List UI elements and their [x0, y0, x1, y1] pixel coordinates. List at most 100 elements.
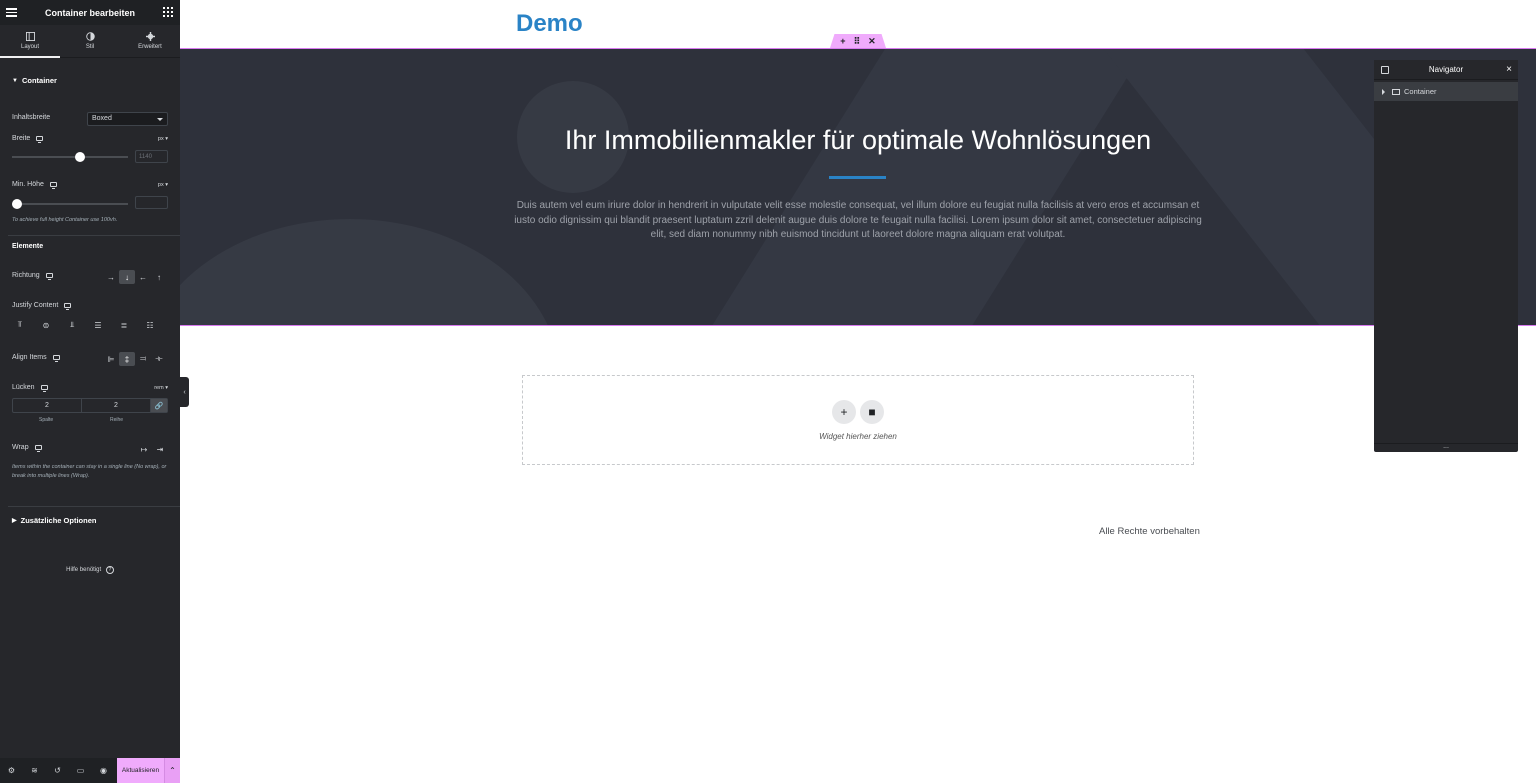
min-height-input[interactable] — [135, 196, 168, 209]
desktop-monitor-icon[interactable] — [64, 303, 72, 310]
min-height-unit-select[interactable]: px ▾ — [158, 182, 168, 188]
close-icon[interactable]: × — [1506, 64, 1512, 75]
widgets-grid-icon[interactable] — [163, 7, 173, 17]
gap-row-label: Reihe — [110, 417, 124, 423]
content-width-select[interactable]: Boxed — [87, 112, 168, 126]
align-end-icon[interactable]: ⫤ — [135, 352, 151, 366]
footer-copyright[interactable]: Alle Rechte vorbehalten — [1099, 526, 1200, 537]
navigator-title: Navigator — [1428, 65, 1464, 74]
justify-center-icon[interactable]: ⊜ — [38, 318, 54, 332]
justify-space-between-icon[interactable]: ☰ — [90, 318, 106, 332]
width-unit: px — [157, 135, 164, 142]
desktop-monitor-icon[interactable] — [34, 445, 42, 452]
gaps-unit-select[interactable]: rem ▾ — [154, 385, 168, 391]
settings-gear-icon[interactable]: ⚙ — [0, 758, 23, 783]
hero-container[interactable]: Ihr Immobilienmakler für optimale Wohnlö… — [180, 48, 1536, 326]
caret-right-icon: ▶ — [12, 518, 17, 524]
direction-row-reverse-button[interactable]: ← — [135, 270, 151, 284]
navigator-header[interactable]: Navigator × — [1374, 60, 1518, 80]
width-slider[interactable] — [12, 152, 128, 162]
direction-column-reverse-button[interactable]: ↑ — [151, 270, 167, 284]
preview-eye-icon[interactable]: ◉ — [92, 758, 115, 783]
desktop-monitor-icon[interactable] — [40, 385, 48, 392]
width-unit-select[interactable]: px ▾ — [158, 136, 168, 142]
minimize-icon[interactable] — [1381, 66, 1389, 74]
folder-icon: ■ — [868, 405, 876, 419]
desktop-monitor-icon[interactable] — [36, 136, 44, 143]
drag-handle-icon[interactable]: ⠿ — [854, 36, 861, 47]
panel-title: Container bearbeiten — [44, 7, 136, 18]
add-widget-button[interactable]: + — [832, 400, 856, 424]
dropzone-text: Widget hierher ziehen — [819, 432, 897, 441]
update-button[interactable]: Aktualisieren — [117, 758, 164, 783]
panel-header: Container bearbeiten — [0, 0, 180, 25]
chevron-up-icon[interactable]: ⌃ — [164, 758, 180, 783]
justify-content-row: Justify Content — [12, 302, 168, 310]
plus-icon: + — [840, 405, 848, 419]
min-height-slider[interactable] — [12, 199, 128, 209]
direction-row-button[interactable]: → — [103, 270, 119, 284]
delete-icon[interactable]: ✕ — [868, 36, 876, 47]
elements-heading-label: Elemente — [12, 243, 44, 250]
widget-dropzone[interactable]: + ■ Widget hierher ziehen — [522, 375, 1194, 465]
site-logo[interactable]: Demo — [516, 10, 583, 38]
desktop-monitor-icon[interactable] — [45, 273, 53, 280]
width-label: Breite — [12, 135, 31, 142]
help-label: Hilfe benötigt — [66, 567, 102, 573]
content-width-value: Boxed — [92, 115, 112, 122]
wrap-label: Wrap — [12, 444, 29, 451]
align-stretch-icon[interactable]: ⟛ — [151, 352, 167, 366]
history-icon[interactable]: ↺ — [46, 758, 69, 783]
direction-column-button[interactable]: ↓ — [119, 270, 135, 284]
direction-buttons: → ↓ ← ↑ — [103, 270, 167, 284]
panel-footer: ⚙ ≋ ↺ ▭ ◉ Aktualisieren ⌃ — [0, 758, 180, 783]
template-library-button[interactable]: ■ — [860, 400, 884, 424]
navigator-item-container[interactable]: Container — [1374, 82, 1518, 101]
gap-column-input[interactable]: 2 — [13, 399, 82, 412]
gaps-inputs: 2 2 🔗 — [12, 398, 168, 413]
no-wrap-icon[interactable]: ↦ — [136, 442, 152, 456]
expand-caret-icon[interactable] — [1382, 88, 1385, 95]
justify-start-icon[interactable]: ⫪ — [12, 318, 28, 332]
editor-root: Container bearbeiten Layout Stil Erweite… — [0, 0, 1536, 783]
width-input[interactable]: 1140 — [135, 150, 168, 163]
align-items-buttons: ⊫ ‡ ⫤ ⟛ — [103, 352, 167, 366]
gaps-label: Lücken — [12, 384, 35, 391]
width-input-placeholder: 1140 — [139, 154, 152, 160]
responsive-mode-icon[interactable]: ▭ — [69, 758, 92, 783]
navigator-item-label: Container — [1404, 87, 1437, 96]
justify-space-around-icon[interactable]: ≣ — [116, 318, 132, 332]
tab-style[interactable]: Stil — [60, 25, 120, 57]
tab-layout[interactable]: Layout — [0, 25, 60, 58]
section-extra-options-toggle[interactable]: ▶ Zusätzliche Optionen — [12, 516, 96, 525]
layers-icon[interactable]: ≋ — [23, 758, 46, 783]
navigator-resize-handle[interactable]: ... — [1374, 443, 1518, 452]
align-items-label: Align Items — [12, 354, 47, 361]
direction-label: Richtung — [12, 272, 40, 279]
wrap-icon[interactable]: ⇥ — [152, 442, 168, 456]
container-icon — [1392, 88, 1400, 95]
desktop-monitor-icon[interactable] — [52, 355, 60, 362]
divider — [8, 506, 180, 507]
width-slider-handle[interactable] — [74, 152, 85, 162]
gap-row-input[interactable]: 2 — [82, 399, 151, 412]
question-circle-icon: ? — [105, 566, 114, 574]
justify-end-icon[interactable]: ⫫ — [64, 318, 80, 332]
section-container-toggle[interactable]: ▼ Container — [12, 76, 57, 85]
justify-space-evenly-icon[interactable]: ☷ — [142, 318, 158, 332]
hero-text[interactable]: Duis autem vel eum iriure dolor in hendr… — [513, 199, 1203, 243]
collapse-panel-toggle[interactable]: ‹ — [180, 377, 189, 407]
add-element-icon[interactable]: + — [840, 36, 845, 46]
desktop-monitor-icon[interactable] — [49, 182, 57, 189]
hamburger-menu-icon[interactable] — [6, 6, 17, 19]
align-center-icon[interactable]: ‡ — [119, 352, 135, 366]
justify-content-buttons: ⫪ ⊜ ⫫ ☰ ≣ ☷ — [12, 318, 158, 332]
content-width-label: Inhaltsbreite — [12, 114, 51, 121]
tab-advanced[interactable]: Erweitert — [120, 25, 180, 57]
link-values-icon[interactable]: 🔗 — [151, 399, 167, 412]
hero-title[interactable]: Ihr Immobilienmakler für optimale Wohnlö… — [180, 125, 1536, 156]
container-handle[interactable]: + ⠿ ✕ — [830, 34, 886, 48]
min-height-slider-handle[interactable] — [12, 199, 22, 209]
align-start-icon[interactable]: ⊫ — [103, 352, 119, 366]
help-link[interactable]: Hilfe benötigt ? — [0, 566, 180, 574]
